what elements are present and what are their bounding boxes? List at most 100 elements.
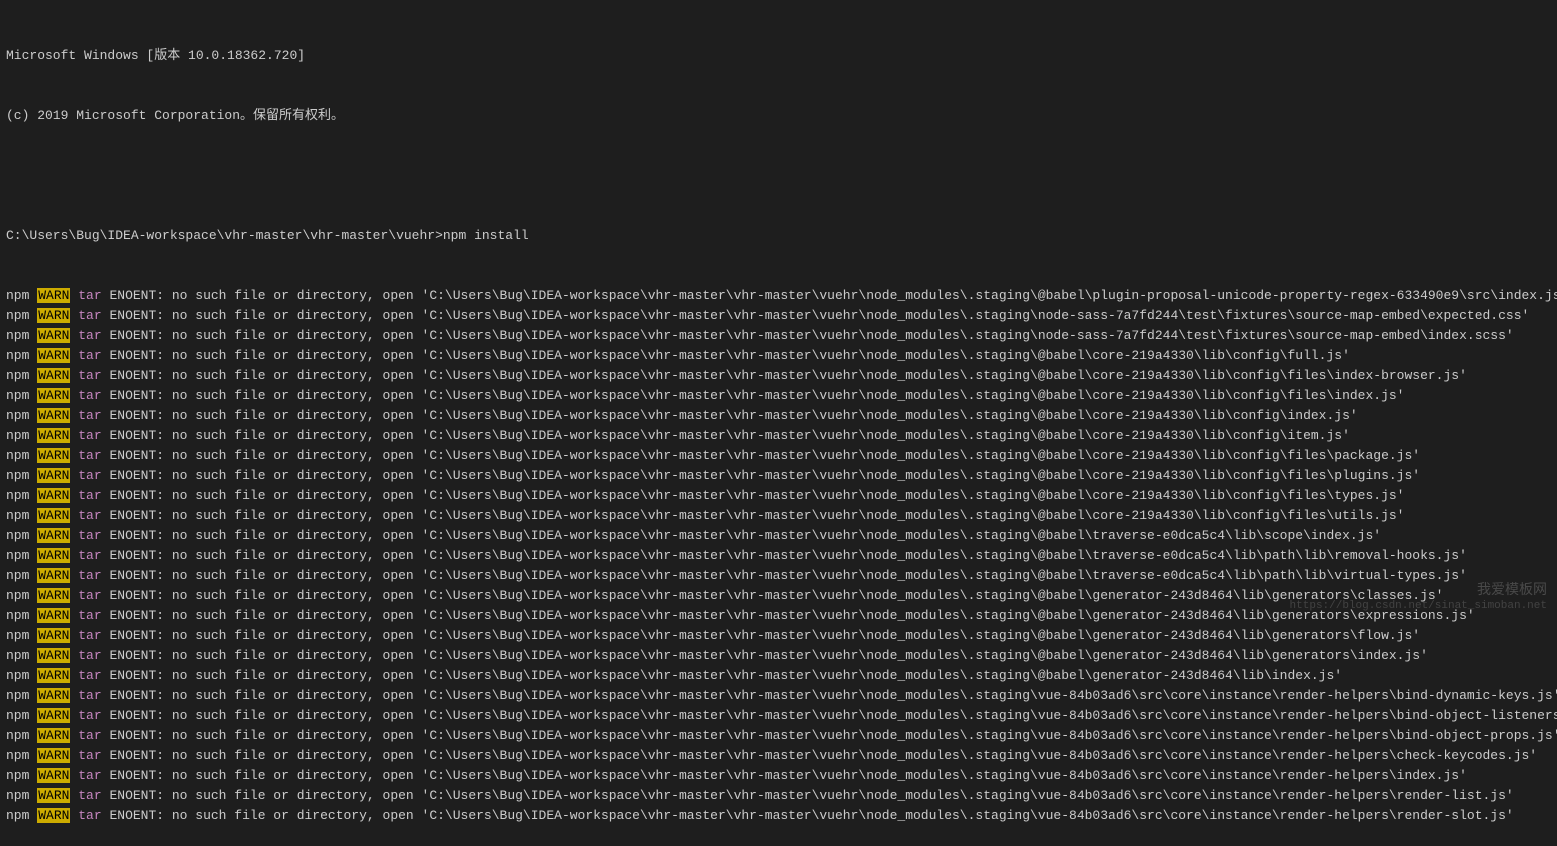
warn-badge: WARN <box>37 528 70 543</box>
warning-line: npm WARN tar ENOENT: no such file or dir… <box>0 586 1557 606</box>
header-line-2: (c) 2019 Microsoft Corporation。保留所有权利。 <box>0 106 1557 126</box>
warning-line: npm WARN tar ENOENT: no such file or dir… <box>0 326 1557 346</box>
tar-label: tar <box>78 428 101 443</box>
error-message: ENOENT: no such file or directory, open … <box>109 688 1557 703</box>
error-message: ENOENT: no such file or directory, open … <box>109 728 1557 743</box>
warn-badge: WARN <box>37 588 70 603</box>
npm-label: npm <box>6 468 29 483</box>
npm-label: npm <box>6 448 29 463</box>
command: npm install <box>443 228 529 243</box>
error-message: ENOENT: no such file or directory, open … <box>109 748 1537 763</box>
tar-label: tar <box>78 668 101 683</box>
warning-line: npm WARN tar ENOENT: no such file or dir… <box>0 286 1557 306</box>
blank-line <box>0 166 1557 186</box>
warn-badge: WARN <box>37 348 70 363</box>
error-message: ENOENT: no such file or directory, open … <box>109 308 1529 323</box>
warn-badge: WARN <box>37 568 70 583</box>
npm-label: npm <box>6 668 29 683</box>
warn-badge: WARN <box>37 388 70 403</box>
error-message: ENOENT: no such file or directory, open … <box>109 528 1381 543</box>
tar-label: tar <box>78 308 101 323</box>
warning-line: npm WARN tar ENOENT: no such file or dir… <box>0 446 1557 466</box>
npm-label: npm <box>6 388 29 403</box>
npm-label: npm <box>6 808 29 823</box>
warn-badge: WARN <box>37 408 70 423</box>
warn-badge: WARN <box>37 648 70 663</box>
tar-label: tar <box>78 528 101 543</box>
tar-label: tar <box>78 548 101 563</box>
warning-line: npm WARN tar ENOENT: no such file or dir… <box>0 626 1557 646</box>
warnings-list: npm WARN tar ENOENT: no such file or dir… <box>0 286 1557 826</box>
warn-badge: WARN <box>37 628 70 643</box>
warn-badge: WARN <box>37 368 70 383</box>
npm-label: npm <box>6 408 29 423</box>
tar-label: tar <box>78 408 101 423</box>
prompt: C:\Users\Bug\IDEA-workspace\vhr-master\v… <box>6 228 443 243</box>
warning-line: npm WARN tar ENOENT: no such file or dir… <box>0 786 1557 806</box>
warning-line: npm WARN tar ENOENT: no such file or dir… <box>0 486 1557 506</box>
warn-badge: WARN <box>37 448 70 463</box>
error-message: ENOENT: no such file or directory, open … <box>109 408 1357 423</box>
npm-label: npm <box>6 628 29 643</box>
npm-label: npm <box>6 708 29 723</box>
tar-label: tar <box>78 328 101 343</box>
warn-badge: WARN <box>37 308 70 323</box>
tar-label: tar <box>78 808 101 823</box>
warning-line: npm WARN tar ENOENT: no such file or dir… <box>0 646 1557 666</box>
npm-label: npm <box>6 548 29 563</box>
tar-label: tar <box>78 648 101 663</box>
npm-label: npm <box>6 508 29 523</box>
warning-line: npm WARN tar ENOENT: no such file or dir… <box>0 526 1557 546</box>
npm-label: npm <box>6 528 29 543</box>
tar-label: tar <box>78 768 101 783</box>
warn-badge: WARN <box>37 328 70 343</box>
warn-badge: WARN <box>37 508 70 523</box>
warning-line: npm WARN tar ENOENT: no such file or dir… <box>0 686 1557 706</box>
tar-label: tar <box>78 728 101 743</box>
warn-badge: WARN <box>37 768 70 783</box>
terminal-output[interactable]: Microsoft Windows [版本 10.0.18362.720] (c… <box>0 6 1557 846</box>
tar-label: tar <box>78 488 101 503</box>
warning-line: npm WARN tar ENOENT: no such file or dir… <box>0 386 1557 406</box>
error-message: ENOENT: no such file or directory, open … <box>109 508 1404 523</box>
error-message: ENOENT: no such file or directory, open … <box>109 368 1466 383</box>
npm-label: npm <box>6 288 29 303</box>
warning-line: npm WARN tar ENOENT: no such file or dir… <box>0 666 1557 686</box>
error-message: ENOENT: no such file or directory, open … <box>109 428 1349 443</box>
warning-line: npm WARN tar ENOENT: no such file or dir… <box>0 366 1557 386</box>
warn-badge: WARN <box>37 808 70 823</box>
tar-label: tar <box>78 368 101 383</box>
warning-line: npm WARN tar ENOENT: no such file or dir… <box>0 766 1557 786</box>
warning-line: npm WARN tar ENOENT: no such file or dir… <box>0 566 1557 586</box>
error-message: ENOENT: no such file or directory, open … <box>109 448 1420 463</box>
npm-label: npm <box>6 368 29 383</box>
warning-line: npm WARN tar ENOENT: no such file or dir… <box>0 506 1557 526</box>
warning-line: npm WARN tar ENOENT: no such file or dir… <box>0 466 1557 486</box>
tar-label: tar <box>78 708 101 723</box>
npm-label: npm <box>6 428 29 443</box>
npm-label: npm <box>6 748 29 763</box>
error-message: ENOENT: no such file or directory, open … <box>109 388 1404 403</box>
npm-label: npm <box>6 488 29 503</box>
error-message: ENOENT: no such file or directory, open … <box>109 288 1557 303</box>
warn-badge: WARN <box>37 668 70 683</box>
warning-line: npm WARN tar ENOENT: no such file or dir… <box>0 726 1557 746</box>
npm-label: npm <box>6 308 29 323</box>
warning-line: npm WARN tar ENOENT: no such file or dir… <box>0 546 1557 566</box>
npm-label: npm <box>6 648 29 663</box>
error-message: ENOENT: no such file or directory, open … <box>109 568 1466 583</box>
error-message: ENOENT: no such file or directory, open … <box>109 628 1420 643</box>
tar-label: tar <box>78 628 101 643</box>
warn-badge: WARN <box>37 708 70 723</box>
warning-line: npm WARN tar ENOENT: no such file or dir… <box>0 346 1557 366</box>
tar-label: tar <box>78 508 101 523</box>
error-message: ENOENT: no such file or directory, open … <box>109 708 1557 723</box>
error-message: ENOENT: no such file or directory, open … <box>109 808 1513 823</box>
error-message: ENOENT: no such file or directory, open … <box>109 668 1342 683</box>
npm-label: npm <box>6 728 29 743</box>
error-message: ENOENT: no such file or directory, open … <box>109 328 1513 343</box>
tar-label: tar <box>78 588 101 603</box>
npm-label: npm <box>6 348 29 363</box>
error-message: ENOENT: no such file or directory, open … <box>109 548 1466 563</box>
warn-badge: WARN <box>37 548 70 563</box>
